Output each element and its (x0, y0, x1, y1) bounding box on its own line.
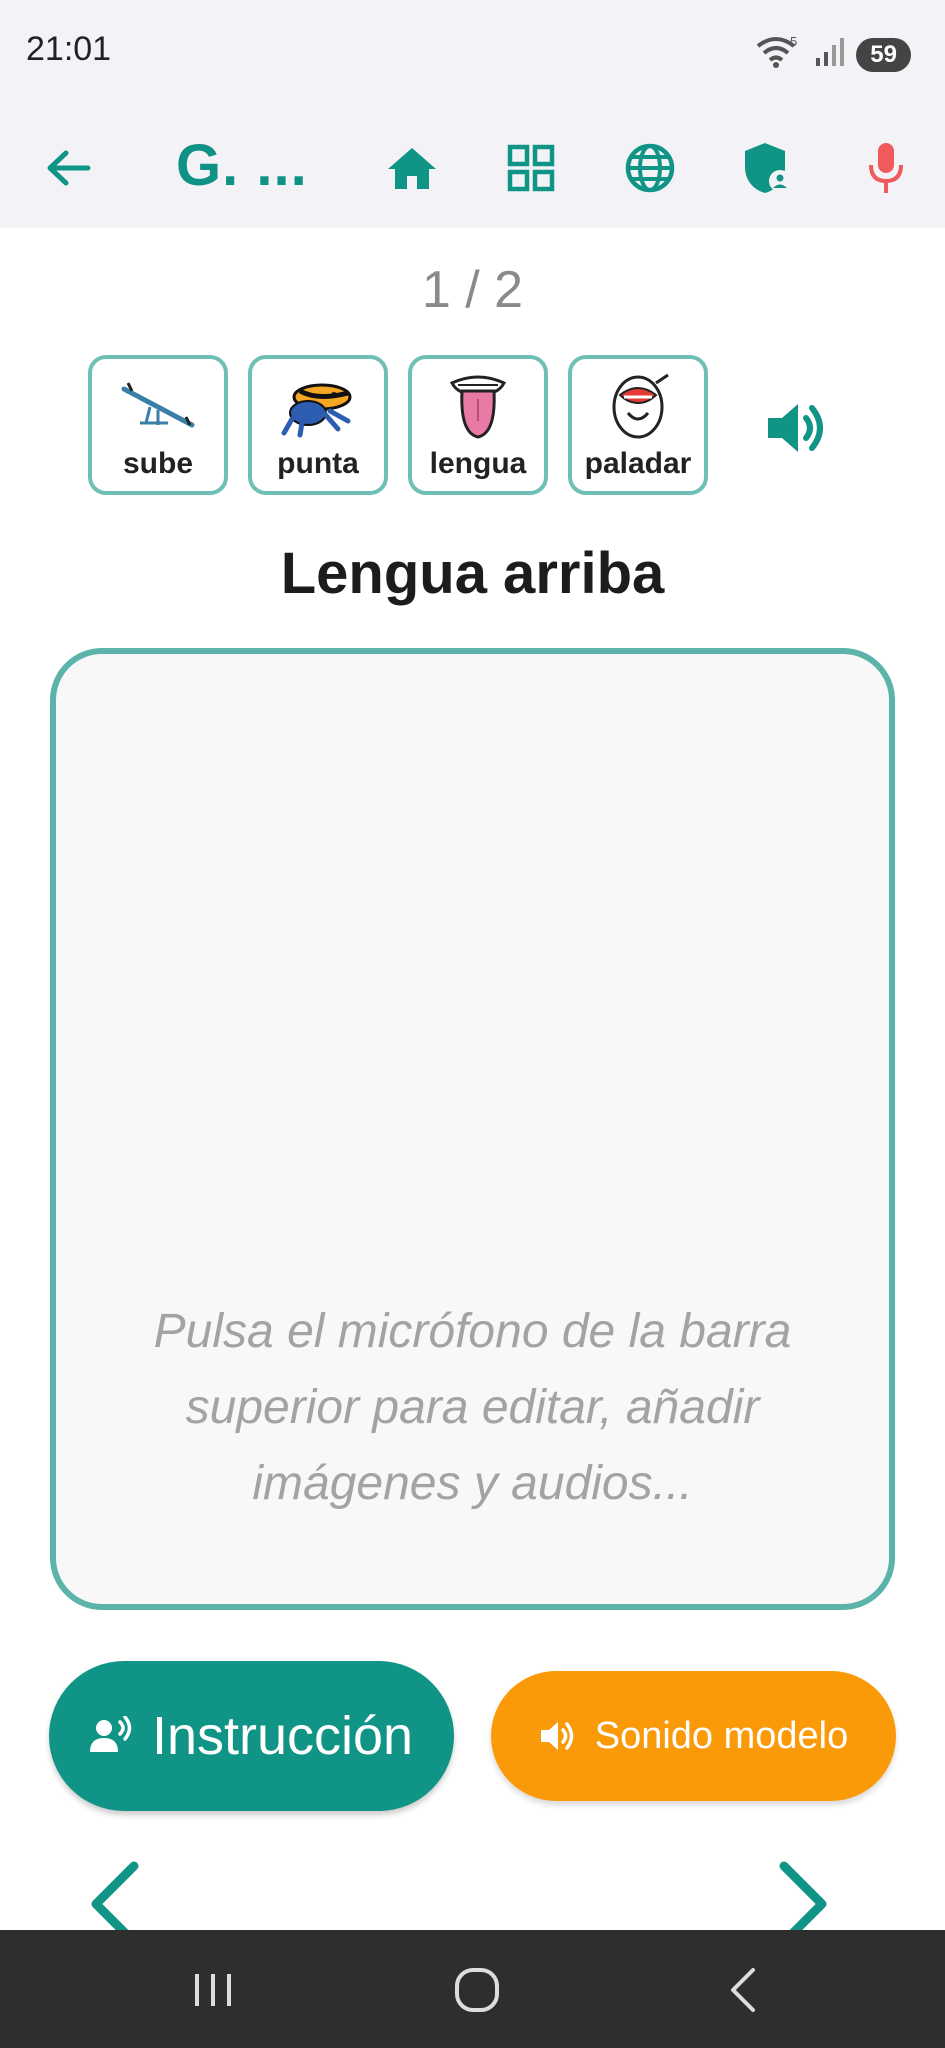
svg-text:5: 5 (790, 34, 797, 49)
system-nav-bar (0, 1930, 945, 2048)
app-title: G. ... (176, 133, 308, 198)
recent-apps-icon[interactable] (178, 1960, 248, 2020)
app-bar: G. ... (0, 108, 945, 228)
pictogram-card-punta[interactable]: punta (248, 355, 388, 495)
status-icons: 5 59 (754, 34, 911, 75)
grid-icon[interactable] (499, 136, 563, 200)
pictogram-label: punta (277, 447, 359, 480)
pictogram-card-lengua[interactable]: lengua (408, 355, 548, 495)
content-box: Pulsa el micrófono de la barra superior … (50, 648, 895, 1610)
frog-icon (281, 383, 352, 438)
model-sound-button[interactable]: Sonido modelo (491, 1671, 896, 1801)
palate-icon (612, 373, 669, 439)
instruction-label: Instrucción (151, 1706, 414, 1766)
admin-shield-icon[interactable] (736, 136, 800, 200)
instruction-button[interactable]: Instrucción (49, 1661, 454, 1811)
model-sound-label: Sonido modelo (594, 1714, 849, 1757)
speaker-icon[interactable] (764, 396, 828, 460)
battery-indicator: 59 (856, 37, 911, 72)
pictogram-card-paladar[interactable]: paladar (568, 355, 708, 495)
volume-icon (540, 1722, 573, 1750)
globe-icon[interactable] (618, 136, 682, 200)
placeholder-text: Pulsa el micrófono de la barra superior … (153, 1305, 792, 1510)
home-icon[interactable] (380, 136, 444, 200)
pictogram-row: sube punta lengua paladar (88, 355, 708, 495)
signal-icon (814, 36, 845, 73)
pictogram-label: lengua (429, 447, 527, 480)
person-voice-icon (89, 1716, 132, 1752)
status-bar: 21:01 5 59 (0, 0, 945, 108)
pictogram-card-sube[interactable]: sube (88, 355, 228, 495)
home-circle-icon[interactable] (442, 1960, 512, 2020)
tongue-icon (449, 375, 507, 439)
pictogram-label: paladar (584, 447, 692, 480)
status-time: 21:01 (26, 30, 112, 68)
wifi-icon: 5 (754, 34, 802, 75)
phrase-heading: Lengua arriba (280, 541, 665, 606)
page-indicator: 1 / 2 (421, 261, 524, 319)
pictogram-label: sube (122, 447, 194, 480)
microphone-icon[interactable] (854, 136, 918, 200)
back-arrow-icon[interactable] (36, 136, 100, 200)
back-icon[interactable] (708, 1960, 778, 2020)
seesaw-icon (121, 382, 195, 428)
